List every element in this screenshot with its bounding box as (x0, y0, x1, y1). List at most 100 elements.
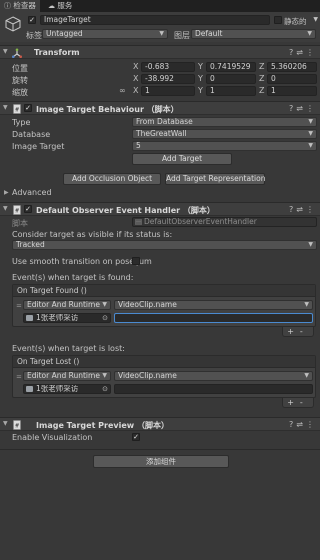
on-target-lost-header: On Target Lost () (13, 356, 315, 368)
add-component-button[interactable]: 添加组件 (93, 455, 229, 468)
argument-field[interactable] (114, 313, 313, 323)
script-value: DefaultObserverEventHandler (144, 217, 257, 226)
script-icon: # (13, 420, 21, 430)
image-target-dropdown[interactable]: 5 ▼ (132, 141, 317, 151)
preset-icon[interactable]: ⇌ (296, 205, 306, 214)
drag-handle-icon[interactable]: = (16, 302, 22, 310)
axis-x-label[interactable]: X (133, 62, 138, 71)
component-header-icons[interactable]: ?⇌⋮ (289, 420, 317, 429)
script-row: 脚本 ▤ DefaultObserverEventHandler (0, 217, 320, 229)
scale-y-field[interactable]: 1 (206, 86, 256, 96)
observer-event-handler-header[interactable]: ▼ # ✓ Default Observer Event Handler （脚本… (0, 202, 320, 216)
foldout-arrow-icon[interactable]: ▼ (3, 420, 8, 427)
lost-add-remove: +- (282, 398, 314, 408)
enable-visualization-checkbox[interactable]: ✓ (132, 433, 140, 441)
layer-dropdown[interactable]: Default ▼ (191, 29, 316, 39)
on-target-lost-event: On Target Lost () = Editor And Runtime ▼ … (12, 355, 316, 398)
axis-z-label[interactable]: Z (259, 86, 264, 95)
axis-z-label[interactable]: Z (259, 74, 264, 83)
tag-dropdown[interactable]: Untagged ▼ (42, 29, 168, 39)
found-add-remove: +- (282, 327, 314, 337)
static-dropdown-arrow-icon[interactable]: ▼ (313, 16, 318, 23)
foldout-arrow-icon[interactable]: ▼ (3, 48, 8, 55)
runtime-value: Editor And Runtime (27, 300, 100, 309)
rotation-x-field[interactable]: -38.992 (141, 74, 195, 84)
add-occlusion-object-button[interactable]: Add Occlusion Object (63, 173, 161, 185)
observer-event-handler-enabled-checkbox[interactable]: ✓ (24, 205, 32, 213)
component-header-icons[interactable]: ?⇌⋮ (289, 205, 317, 214)
argument-field[interactable] (114, 384, 313, 394)
object-picker-icon[interactable]: ⊙ (102, 314, 108, 322)
more-icon[interactable]: ⋮ (306, 104, 317, 113)
remove-icon[interactable]: - (300, 398, 309, 407)
target-object-field[interactable]: 1张老师采访 ⊙ (23, 313, 111, 323)
gameobject-name-field[interactable]: ImageTarget (40, 15, 270, 25)
rotation-row: 旋转 X -38.992 Y 0 Z 0 (0, 73, 320, 85)
rotation-z-field[interactable]: 0 (267, 74, 317, 84)
tab-services[interactable]: ☁ 服务 (44, 0, 76, 12)
component-header-icons[interactable]: ?⇌⋮ (289, 48, 317, 57)
position-z-field[interactable]: 5.360206 (267, 62, 317, 72)
more-icon[interactable]: ⋮ (306, 205, 317, 214)
smooth-transition-checkbox[interactable] (132, 257, 140, 265)
database-dropdown[interactable]: TheGreatWall ▼ (132, 129, 317, 139)
runtime-dropdown[interactable]: Editor And Runtime ▼ (23, 371, 111, 381)
gameobject-active-checkbox[interactable]: ✓ (28, 16, 36, 24)
type-dropdown[interactable]: From Database ▼ (132, 117, 317, 127)
section-divider (0, 449, 320, 450)
scale-x-field[interactable]: 1 (141, 86, 195, 96)
cloud-icon: ☁ (48, 2, 55, 10)
image-target-behaviour-header[interactable]: ▼ # ✓ Image Target Behaviour （脚本） ?⇌⋮ (0, 101, 320, 115)
component-header-icons[interactable]: ?⇌⋮ (289, 104, 317, 113)
smooth-transition-label: Use smooth transition on pose jum (12, 257, 152, 266)
preset-icon[interactable]: ⇌ (296, 104, 306, 113)
position-y-field[interactable]: 0.7419529 (206, 62, 256, 72)
position-x-field[interactable]: -0.683 (141, 62, 195, 72)
status-dropdown[interactable]: Tracked ▼ (12, 240, 317, 250)
layer-label: 图层 (174, 31, 190, 40)
drag-handle-icon[interactable]: = (16, 373, 22, 381)
preset-icon[interactable]: ⇌ (296, 420, 306, 429)
foldout-arrow-icon[interactable]: ▼ (3, 104, 8, 111)
add-icon[interactable]: + (287, 398, 300, 407)
preset-icon[interactable]: ⇌ (296, 48, 306, 57)
advanced-foldout[interactable]: ▶ Advanced (0, 188, 320, 200)
axis-y-label[interactable]: Y (198, 86, 203, 95)
foldout-arrow-icon[interactable]: ▼ (3, 205, 8, 212)
axis-z-label[interactable]: Z (259, 62, 264, 71)
more-icon[interactable]: ⋮ (306, 48, 317, 57)
image-target-preview-header[interactable]: ▼ # Image Target Preview （脚本） ?⇌⋮ (0, 417, 320, 431)
image-target-behaviour-enabled-checkbox[interactable]: ✓ (24, 104, 32, 112)
on-target-found-event: On Target Found () = Editor And Runtime ▼… (12, 284, 316, 327)
chevron-down-icon: ▼ (308, 130, 313, 137)
add-target-representation-button[interactable]: Add Target Representation (165, 173, 265, 185)
more-icon[interactable]: ⋮ (306, 420, 317, 429)
function-dropdown[interactable]: VideoClip.name ▼ (114, 300, 313, 310)
transform-title: Transform (34, 48, 80, 57)
target-object-field[interactable]: 1张老师采访 ⊙ (23, 384, 111, 394)
database-label: Database (12, 130, 51, 139)
remove-icon[interactable]: - (300, 327, 309, 336)
axis-y-label[interactable]: Y (198, 62, 203, 71)
add-icon[interactable]: + (287, 327, 300, 336)
runtime-dropdown[interactable]: Editor And Runtime ▼ (23, 300, 111, 310)
axis-y-label[interactable]: Y (198, 74, 203, 83)
link-icon[interactable]: ∞ (119, 86, 126, 95)
scale-label: 缩放 (12, 88, 28, 97)
object-picker-icon[interactable]: ⊙ (102, 385, 108, 393)
static-checkbox[interactable] (274, 16, 282, 24)
tab-inspector[interactable]: ⓘ 检查器 (0, 0, 40, 12)
foldout-arrow-icon[interactable]: ▶ (4, 189, 9, 196)
transform-header[interactable]: ▼ Transform ?⇌⋮ (0, 45, 320, 59)
rotation-y-field[interactable]: 0 (206, 74, 256, 84)
axis-x-label[interactable]: X (133, 74, 138, 83)
axis-x-label[interactable]: X (133, 86, 138, 95)
scale-z-field[interactable]: 1 (267, 86, 317, 96)
chevron-down-icon: ▼ (308, 142, 313, 149)
function-value: VideoClip.name (118, 300, 177, 309)
script-icon: # (13, 205, 21, 215)
add-target-button[interactable]: Add Target (132, 153, 232, 165)
image-target-label: Image Target (12, 142, 65, 151)
tab-services-label: 服务 (57, 1, 73, 10)
function-dropdown[interactable]: VideoClip.name ▼ (114, 371, 313, 381)
